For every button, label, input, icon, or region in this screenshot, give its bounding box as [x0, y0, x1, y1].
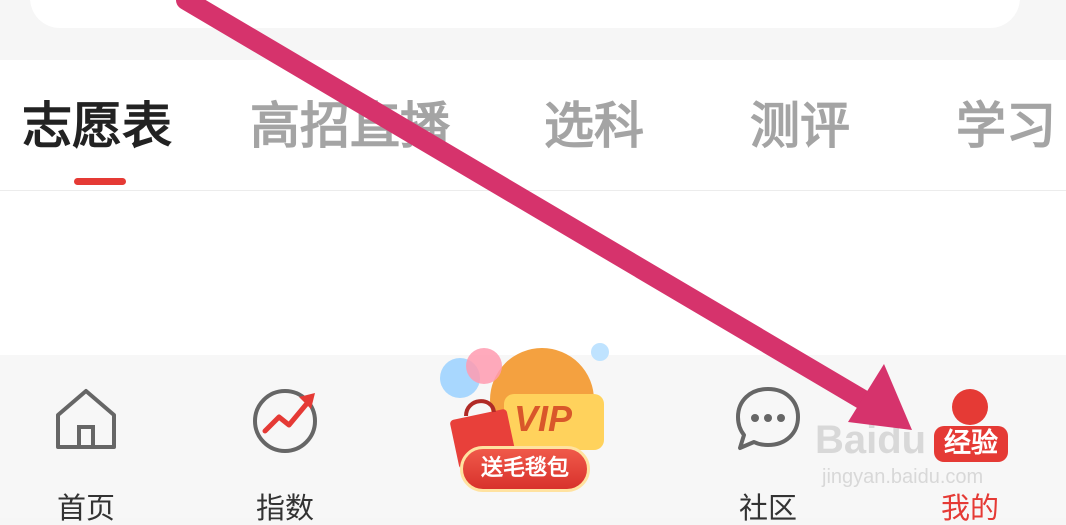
top-search-card[interactable] [30, 0, 1020, 28]
vip-label: VIP [514, 398, 573, 439]
trend-chart-icon [253, 389, 317, 453]
watermark-badge: 经验 [934, 426, 1008, 462]
content-area [0, 191, 1066, 355]
nav-community-label: 社区 [738, 491, 797, 525]
nav-index-label: 指数 [255, 491, 314, 525]
nav-home-label: 首页 [56, 491, 115, 525]
tab-study[interactable]: 学习 [956, 94, 1056, 158]
watermark-url: jingyan.baidu.com [822, 466, 984, 488]
tab-volunteer-form[interactable]: 志愿表 [22, 94, 172, 158]
tab-assessment[interactable]: 测评 [750, 94, 850, 158]
nav-home[interactable]: 首页 [26, 385, 146, 525]
nav-index[interactable]: 指数 [225, 385, 345, 525]
tab-subject-selection[interactable]: 选科 [544, 94, 644, 158]
active-tab-indicator [74, 178, 126, 185]
vip-promo-button[interactable]: VIP 送毛毯包 [432, 338, 622, 498]
nav-mine-label: 我的 [940, 491, 999, 525]
vip-promo-label: 送毛毯包 [460, 446, 590, 492]
home-icon [56, 389, 116, 449]
nav-community[interactable]: 社区 [708, 385, 828, 525]
chat-bubble-icon [736, 387, 800, 450]
watermark-brand: Baidu [815, 418, 927, 462]
tab-bar: 志愿表 高招直播 选科 测评 学习 [0, 60, 1066, 191]
tab-live[interactable]: 高招直播 [250, 94, 450, 158]
